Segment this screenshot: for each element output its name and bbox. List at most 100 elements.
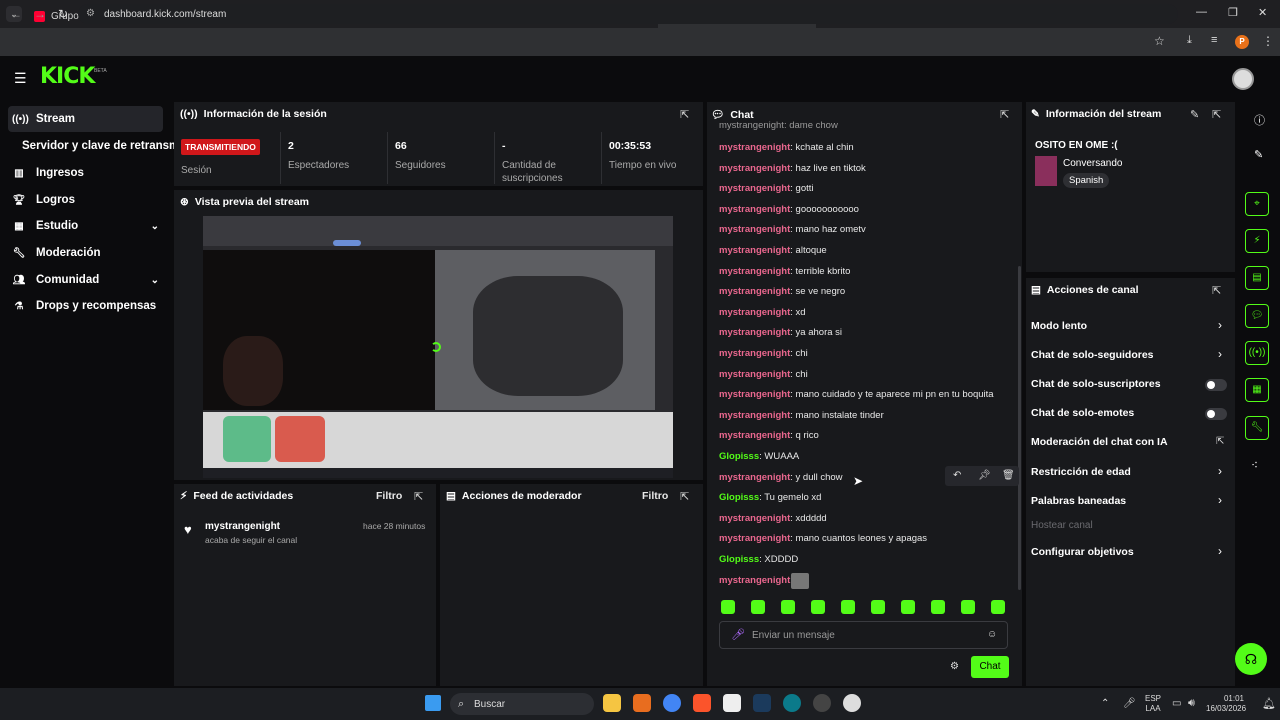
document-icon[interactable]: ▤ bbox=[1245, 266, 1269, 290]
sidebar-item-comunidad[interactable]: 👥︎ Comunidad ⌄ bbox=[8, 267, 163, 293]
chat-username[interactable]: Glopisss bbox=[719, 451, 759, 462]
chat-username[interactable]: mystrangenight bbox=[719, 224, 790, 235]
chat-message[interactable]: mystrangenight: mano instalate tinder bbox=[719, 410, 884, 421]
reload-icon[interactable]: ↻ bbox=[58, 7, 68, 21]
chat-settings-gear-icon[interactable]: ⚙ bbox=[950, 661, 959, 672]
scan-icon[interactable]: ⌖ bbox=[1245, 192, 1269, 216]
chevron-right-icon[interactable]: › bbox=[1218, 544, 1222, 558]
feed-user[interactable]: mystrangenight bbox=[205, 521, 280, 532]
chat-message[interactable]: mystrangenight: mano haz ometv bbox=[719, 224, 866, 235]
chat-username[interactable]: mystrangenight bbox=[719, 163, 790, 174]
chat-username[interactable]: mystrangenight bbox=[719, 327, 790, 338]
chat-scrollbar[interactable] bbox=[1018, 266, 1021, 590]
category-name[interactable]: Conversando bbox=[1063, 158, 1122, 169]
layout-icon[interactable]: ▦ bbox=[1245, 378, 1269, 402]
external-link-icon[interactable]: ⇱ bbox=[1216, 436, 1224, 447]
chevron-right-icon[interactable]: › bbox=[1218, 318, 1222, 332]
channel-action-label[interactable]: Chat de solo-suscriptores bbox=[1031, 378, 1161, 390]
edit-icon[interactable]: ✎ bbox=[1190, 108, 1199, 121]
popout-icon[interactable]: ⇱ bbox=[1000, 108, 1009, 121]
emote-icon[interactable] bbox=[781, 600, 795, 614]
chat-message[interactable]: mystrangenight: kchate al chin bbox=[719, 142, 854, 153]
sidebar-item-logros[interactable]: 🏆︎ Logros bbox=[8, 187, 163, 213]
chat-username[interactable]: mystrangenight bbox=[719, 245, 790, 256]
send-chat-button[interactable]: Chat bbox=[971, 656, 1009, 678]
chat-message[interactable]: Glopisss: XDDDD bbox=[719, 554, 798, 565]
channel-action-label[interactable]: Modo lento bbox=[1031, 320, 1087, 332]
chat-message[interactable]: mystrangenight: y dull chow bbox=[719, 472, 843, 483]
emote-icon[interactable] bbox=[991, 600, 1005, 614]
emote-icon[interactable] bbox=[931, 600, 945, 614]
chat-message[interactable]: mystrangenight: mano cuidado y te aparec… bbox=[719, 389, 994, 400]
chat-username[interactable]: mystrangenight bbox=[719, 266, 790, 277]
chat-message[interactable]: mystrangenight: gotti bbox=[719, 183, 814, 194]
media-icon[interactable]: ≡ bbox=[1211, 34, 1217, 46]
wrench-icon[interactable]: 🔧︎ bbox=[1245, 416, 1269, 440]
emote-icon[interactable] bbox=[811, 600, 825, 614]
menu-icon[interactable]: ☰ bbox=[14, 70, 27, 87]
chat-message[interactable]: mystrangenight: xd bbox=[719, 307, 806, 318]
close-window-button[interactable]: ✕ bbox=[1258, 6, 1267, 19]
chat-username[interactable]: mystrangenight bbox=[719, 410, 790, 421]
microphone-tray-icon[interactable]: 🎤︎ bbox=[1123, 698, 1136, 709]
menu-kebab-icon[interactable]: ⋮ bbox=[1262, 34, 1274, 48]
channel-action-label[interactable]: Moderación del chat con IA bbox=[1031, 436, 1168, 448]
emote-icon[interactable] bbox=[871, 600, 885, 614]
chat-message[interactable]: mystrangenight: ya ahora si bbox=[719, 327, 842, 338]
minimize-button[interactable]: — bbox=[1196, 6, 1207, 18]
toggle-switch[interactable] bbox=[1205, 408, 1227, 420]
chat-message[interactable]: mystrangenight: terrible kbrito bbox=[719, 266, 850, 277]
mod-filter-button[interactable]: Filtro bbox=[642, 490, 668, 502]
forward-icon[interactable]: → bbox=[34, 7, 46, 21]
app2-icon[interactable] bbox=[783, 694, 801, 712]
windows-start-icon[interactable] bbox=[425, 695, 441, 711]
sidebar-item-ingresos[interactable]: ▥ Ingresos bbox=[8, 160, 163, 186]
clock[interactable]: 01:01 16/03/2026 bbox=[1206, 694, 1246, 714]
sidebar-item-stream[interactable]: ((•)) Stream bbox=[8, 106, 163, 132]
app-icon[interactable] bbox=[633, 694, 651, 712]
chat-icon[interactable]: 💬︎ bbox=[1245, 304, 1269, 328]
download-icon[interactable]: ⤓ bbox=[1187, 34, 1192, 47]
chat-username[interactable]: mystrangenight bbox=[719, 533, 790, 544]
chevron-up-icon[interactable]: ⌃ bbox=[1101, 698, 1109, 709]
sidebar-item-drops[interactable]: ⚗ Drops y recompensas bbox=[8, 293, 163, 319]
chat-username[interactable]: mystrangenight bbox=[719, 183, 790, 194]
chat-username[interactable]: mystrangenight bbox=[719, 307, 790, 318]
chat-username[interactable]: mystrangenight bbox=[719, 472, 790, 483]
chat-username[interactable]: mystrangenight bbox=[719, 513, 790, 524]
volume-icon[interactable]: 🔊︎ bbox=[1188, 697, 1195, 710]
sidebar-item-moderacion[interactable]: 🔧︎ Moderación bbox=[8, 240, 163, 266]
chat-message[interactable]: mystrangenight: se ve negro bbox=[719, 286, 845, 297]
kick-logo[interactable]: KICK bbox=[40, 64, 95, 89]
channel-action-label[interactable]: Chat de solo-seguidores bbox=[1031, 349, 1154, 361]
popout-icon[interactable]: ⇱ bbox=[1212, 108, 1221, 121]
emote-icon[interactable] bbox=[961, 600, 975, 614]
emote-icon[interactable] bbox=[751, 600, 765, 614]
brave-icon[interactable] bbox=[693, 694, 711, 712]
app3-icon[interactable] bbox=[843, 694, 861, 712]
support-headset-icon[interactable]: ☊ bbox=[1235, 643, 1267, 675]
chat-username[interactable]: mystrangenight bbox=[719, 142, 790, 153]
chrome-icon[interactable] bbox=[663, 694, 681, 712]
maximize-button[interactable]: ❐ bbox=[1228, 6, 1238, 19]
pin-icon[interactable]: 📌︎ bbox=[978, 470, 991, 481]
notification-bell-icon[interactable]: 🔔︎ bbox=[1262, 697, 1276, 710]
steam-icon[interactable] bbox=[753, 694, 771, 712]
undo-icon[interactable]: ↶ bbox=[953, 470, 961, 481]
popout-icon[interactable]: ⇱ bbox=[1212, 284, 1221, 297]
bookmark-star-icon[interactable]: ☆ bbox=[1154, 34, 1165, 48]
pencil-icon[interactable]: ✎ bbox=[1254, 148, 1263, 161]
obs-icon[interactable] bbox=[813, 694, 831, 712]
chat-message[interactable]: mystrangenight: chi bbox=[719, 369, 808, 380]
toggle-switch[interactable] bbox=[1205, 379, 1227, 391]
chat-message[interactable]: Glopisss: Tu gemelo xd bbox=[719, 492, 821, 503]
popout-icon[interactable]: ⇱ bbox=[680, 490, 689, 503]
sidebar-item-server-key[interactable]: Servidor y clave de retransm bbox=[18, 133, 178, 159]
chat-message[interactable]: mystrangenight: haz live en tiktok bbox=[719, 163, 866, 174]
sidebar-item-estudio[interactable]: ▦ Estudio ⌄ bbox=[8, 213, 163, 239]
emote-icon[interactable] bbox=[901, 600, 915, 614]
user-avatar[interactable] bbox=[1232, 68, 1254, 90]
chat-username[interactable]: mystrangenight bbox=[719, 430, 790, 441]
chat-message[interactable]: mystrangenight: xddddd bbox=[719, 513, 827, 524]
chat-username[interactable]: Glopisss bbox=[719, 492, 759, 503]
